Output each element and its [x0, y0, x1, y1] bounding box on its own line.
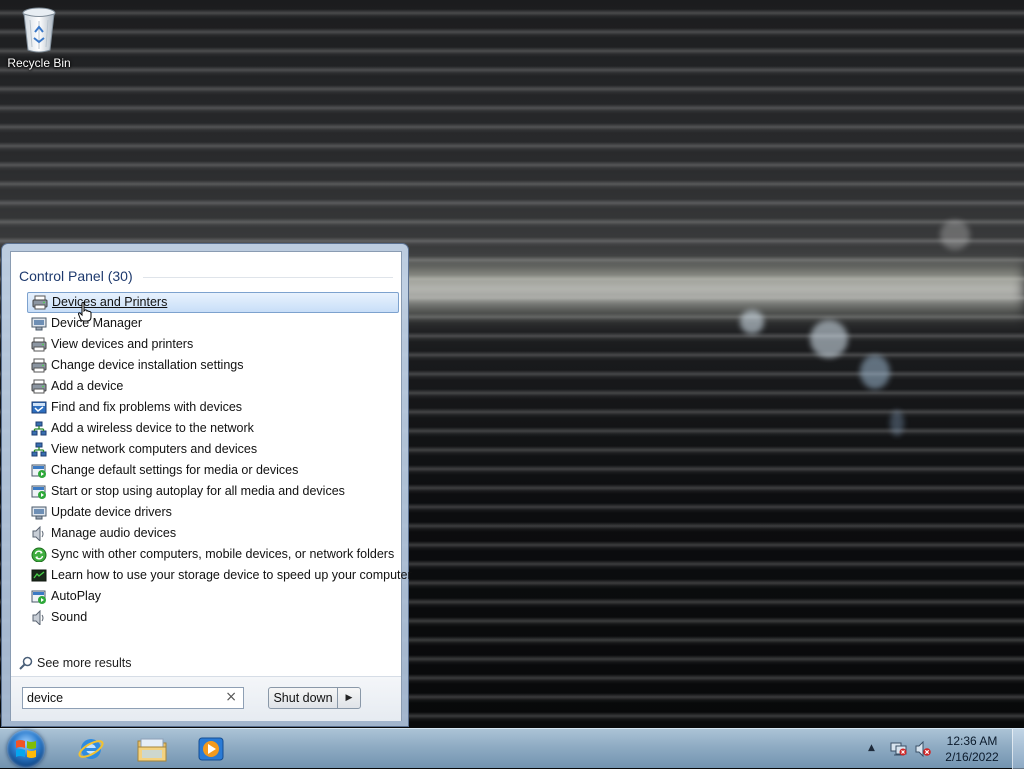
clear-search-icon[interactable]: ×: [225, 689, 237, 705]
clock-time: 12:36 AM: [946, 734, 998, 748]
result-item[interactable]: Sound: [27, 607, 399, 628]
see-more-results-link[interactable]: See more results: [19, 656, 131, 670]
results-list: Devices and Printers Device Manager View d…: [27, 292, 412, 628]
result-item-label: Add a wireless device to the network: [51, 421, 254, 435]
result-item-label: Sound: [51, 610, 88, 624]
start-menu: Control Panel (30) Devices and Printers D…: [1, 243, 412, 727]
result-item[interactable]: Add a wireless device to the network: [27, 418, 399, 439]
start-menu-bottom-bar: × Shut down ▶: [11, 676, 401, 721]
autoplay-icon: [31, 485, 46, 499]
result-item[interactable]: Add a device: [27, 376, 399, 397]
hand-cursor-icon: [78, 302, 92, 322]
wallpaper-bokeh: [740, 310, 764, 334]
recycle-bin-label: Recycle Bin: [7, 56, 71, 70]
taskbar: ▲ 12:36 AM 2/16/2022: [0, 728, 1024, 769]
clock-date: 2/16/2022: [945, 750, 999, 764]
shutdown-options-arrow-icon[interactable]: ▶: [337, 687, 361, 709]
result-item-label: View network computers and devices: [51, 442, 258, 456]
result-item-label: Find and fix problems with devices: [51, 400, 243, 414]
taskbar-internet-explorer-button[interactable]: [64, 731, 118, 767]
network-status-icon[interactable]: [890, 741, 908, 757]
media-player-icon: [198, 737, 224, 761]
speaker-icon: [32, 610, 44, 625]
taskbar-media-player-button[interactable]: [184, 731, 238, 767]
result-item[interactable]: Change device installation settings: [27, 355, 399, 376]
troubleshoot-icon: [31, 401, 47, 414]
recycle-bin-shortcut[interactable]: Recycle Bin: [6, 6, 72, 70]
printer-icon: [31, 358, 47, 373]
result-item-label: Change device installation settings: [51, 358, 244, 372]
result-item[interactable]: View network computers and devices: [27, 439, 399, 460]
recycle-bin-icon: [22, 7, 56, 53]
network-icon: [31, 421, 47, 436]
show-desktop-button[interactable]: [1012, 729, 1024, 769]
internet-explorer-icon: [78, 739, 104, 759]
result-item-label: Device Manager: [51, 316, 143, 330]
result-item[interactable]: Sync with other computers, mobile device…: [27, 544, 399, 565]
shut-down-button[interactable]: Shut down: [268, 687, 338, 709]
search-results-panel: Control Panel (30) Devices and Printers D…: [10, 251, 412, 721]
volume-muted-icon[interactable]: [914, 741, 932, 757]
result-item-label: Manage audio devices: [51, 526, 177, 540]
windows-logo-icon: [16, 740, 36, 758]
autoplay-icon: [31, 464, 46, 478]
search-box[interactable]: ×: [22, 687, 244, 709]
magnifier-icon: [19, 656, 33, 670]
result-item-label: Update device drivers: [51, 505, 172, 519]
result-item-label: Devices and Printers: [52, 295, 168, 309]
result-item-label: AutoPlay: [51, 589, 102, 603]
result-item[interactable]: AutoPlay: [27, 586, 399, 607]
result-item[interactable]: Manage audio devices: [27, 523, 399, 544]
result-item-label: Change default settings for media or dev…: [51, 463, 299, 477]
result-item-label: Start or stop using autoplay for all med…: [51, 484, 345, 498]
wallpaper-bokeh: [890, 410, 904, 436]
device-manager-icon: [31, 506, 47, 520]
taskbar-windows-explorer-button[interactable]: [124, 731, 178, 767]
device-manager-icon: [31, 317, 47, 331]
printer-icon: [31, 337, 47, 352]
wallpaper-bokeh: [860, 355, 890, 389]
result-item[interactable]: View devices and printers: [27, 334, 399, 355]
result-item-label: Sync with other computers, mobile device…: [51, 547, 395, 561]
autoplay-icon: [31, 590, 46, 604]
results-group-header[interactable]: Control Panel (30): [19, 268, 133, 284]
speaker-icon: [32, 526, 44, 541]
result-item[interactable]: Find and fix problems with devices: [27, 397, 399, 418]
result-item-label: Add a device: [51, 379, 124, 393]
storage-icon: [31, 569, 47, 582]
start-button[interactable]: [7, 730, 45, 768]
header-divider: [143, 277, 393, 278]
network-icon: [31, 442, 47, 457]
printer-icon: [31, 379, 47, 394]
wallpaper-bokeh: [810, 320, 848, 358]
system-clock[interactable]: 12:36 AM 2/16/2022: [936, 733, 1008, 765]
printer-icon: [32, 295, 48, 310]
wallpaper-bokeh: [940, 220, 970, 250]
result-item-label: Learn how to use your storage device to …: [51, 568, 412, 582]
sync-icon: [31, 547, 47, 562]
see-more-results-label: See more results: [37, 656, 132, 670]
windows-explorer-icon: [137, 738, 167, 762]
show-hidden-icons-arrow-icon[interactable]: ▲: [868, 743, 875, 753]
result-item[interactable]: Change default settings for media or dev…: [27, 460, 399, 481]
result-item[interactable]: Start or stop using autoplay for all med…: [27, 481, 399, 502]
result-item-label: View devices and printers: [51, 337, 194, 351]
wallpaper-light-band: [380, 255, 1024, 325]
result-item[interactable]: Update device drivers: [27, 502, 399, 523]
search-input[interactable]: [27, 690, 217, 706]
result-item[interactable]: Learn how to use your storage device to …: [27, 565, 412, 586]
